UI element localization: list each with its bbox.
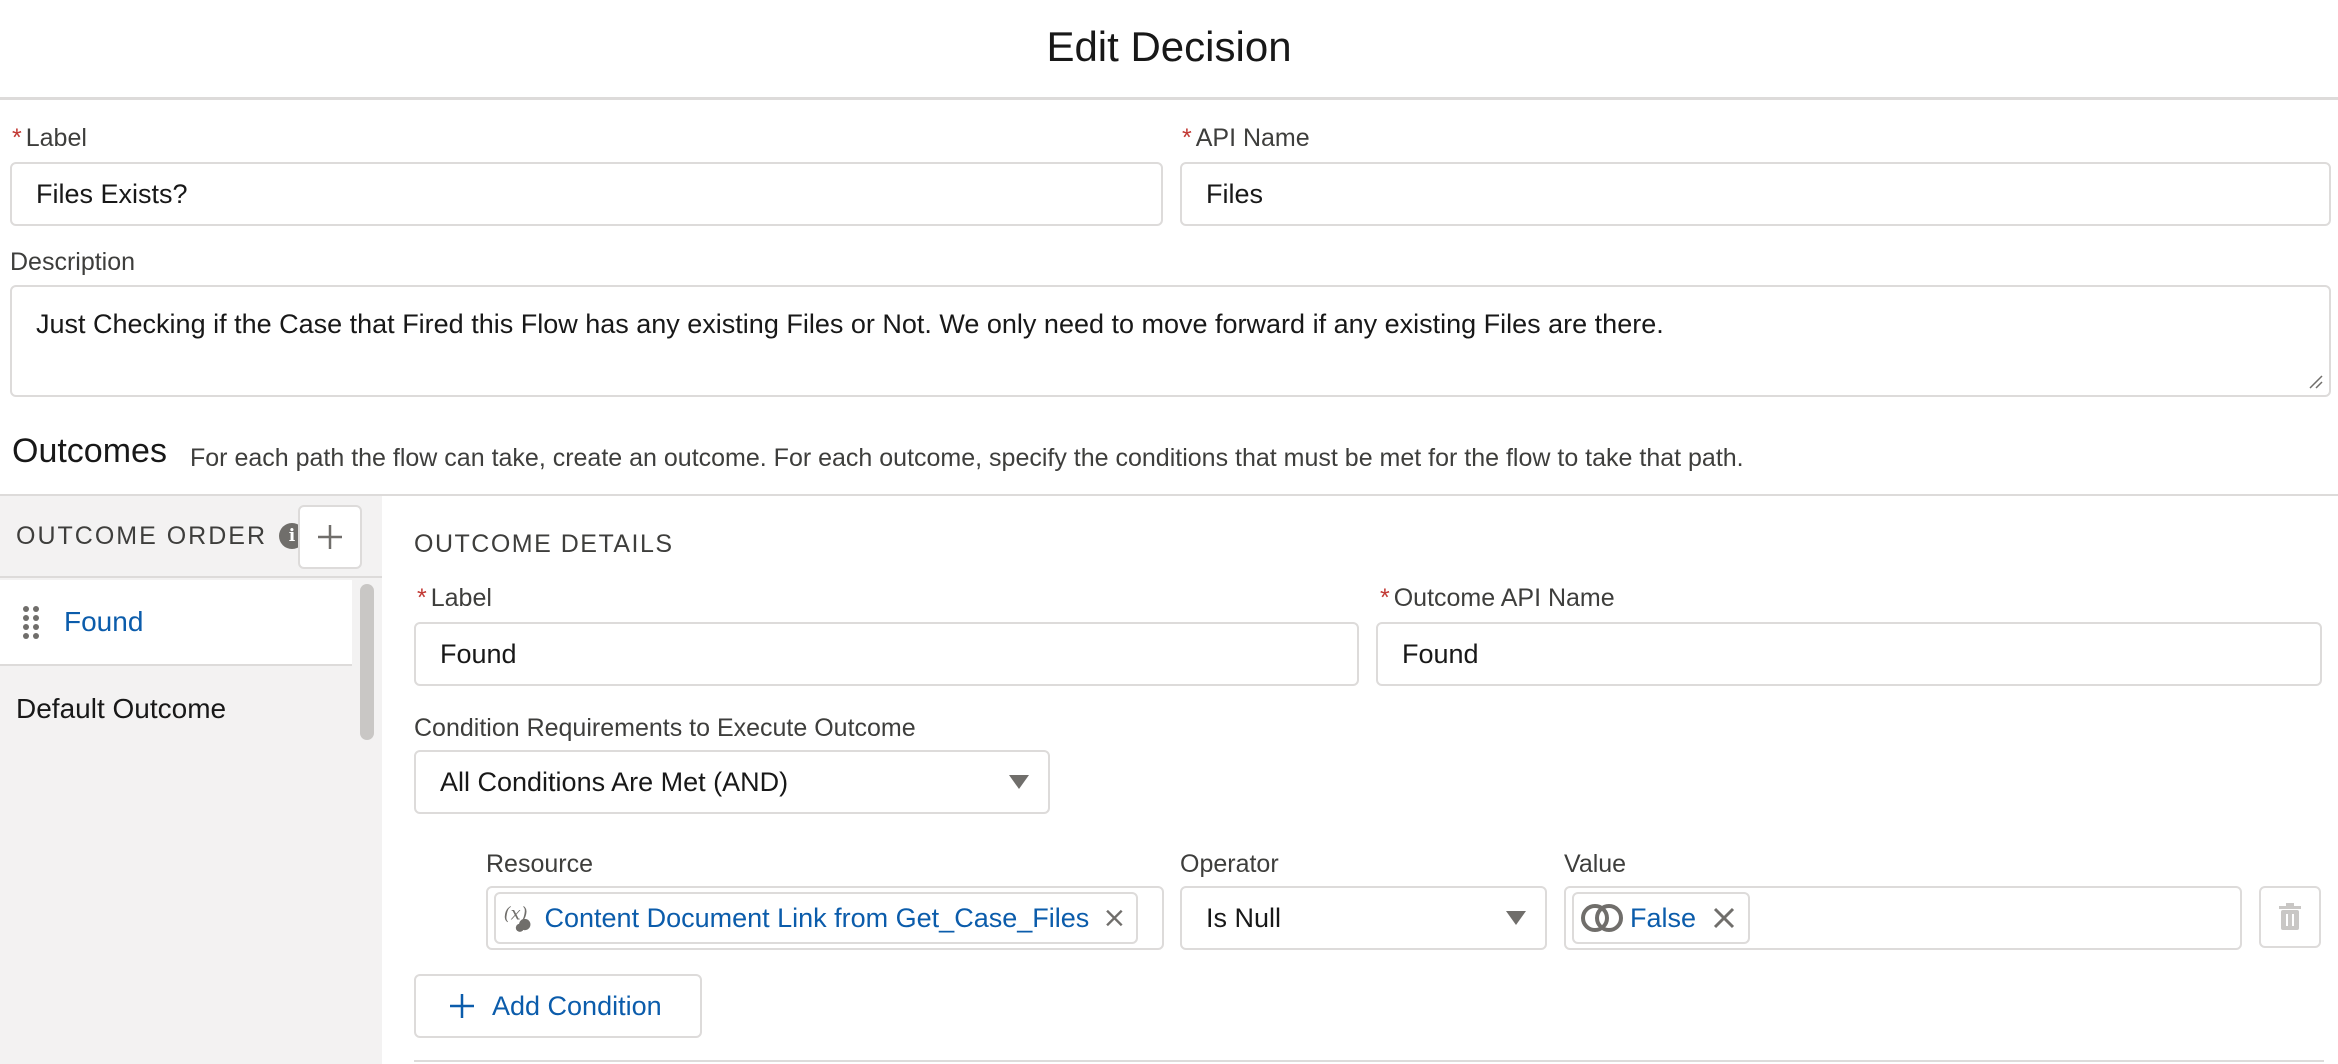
details-bottom-divider [414,1060,2324,1062]
condition-requirements-label: Condition Requirements to Execute Outcom… [414,714,916,742]
outcome-order-title: OUTCOME ORDER [16,521,267,550]
close-icon[interactable] [1103,904,1126,932]
required-marker: * [1182,124,1192,152]
add-outcome-button[interactable] [298,505,362,569]
outcome-label-input[interactable]: Found [414,622,1359,686]
required-marker: * [417,584,427,612]
condition-requirements-select[interactable]: All Conditions Are Met (AND) [414,750,1050,814]
outcomes-description: For each path the flow can take, create … [190,444,1744,472]
outcome-item-label: Found [64,606,144,637]
outcome-item-label: Default Outcome [16,693,227,724]
value-label: Value [1564,850,1627,878]
outcome-sidebar: OUTCOME ORDER i Found Default Outcome [0,496,382,1064]
operator-select[interactable]: Is Null [1180,886,1547,950]
value-combobox[interactable]: False [1564,886,2242,950]
outcome-api-name-field-label: * Outcome API Name [1380,584,1615,612]
outcome-details-title: OUTCOME DETAILS [414,530,674,558]
chevron-down-icon [1506,911,1526,925]
resource-label: Resource [486,850,593,878]
outcome-api-name-input[interactable]: Found [1376,622,2322,686]
chevron-down-icon [1009,775,1029,789]
boolean-icon [1581,904,1623,932]
close-icon[interactable] [1710,904,1738,932]
trash-icon [2279,903,2301,930]
outcome-item-default[interactable]: Default Outcome [0,666,352,752]
scrollbar-thumb[interactable] [360,584,374,740]
required-marker: * [12,124,22,152]
resource-pill-label: Content Document Link from Get_Case_File… [544,902,1090,933]
value-pill-label: False [1630,902,1697,933]
required-marker: * [1380,584,1390,612]
description-text: Just Checking if the Case that Fired thi… [36,309,1664,339]
label-input[interactable]: Files Exists? [10,162,1163,226]
add-condition-button[interactable]: Add Condition [414,974,702,1038]
drag-handle-icon[interactable] [22,605,40,639]
value-pill[interactable]: False [1572,892,1751,944]
description-textarea[interactable]: Just Checking if the Case that Fired thi… [10,285,2331,397]
plus-icon [318,525,342,549]
label-field-label: * Label [12,124,87,152]
delete-condition-button[interactable] [2259,886,2321,948]
resize-grip-icon[interactable] [2307,373,2323,389]
resource-combobox[interactable]: (x) Content Document Link from Get_Case_… [486,886,1164,950]
api-name-field-label: * API Name [1182,124,1310,152]
variable-icon: (x) [504,904,531,932]
description-field-label: Description [10,248,136,276]
api-name-input[interactable]: Files [1180,162,2331,226]
resource-pill[interactable]: (x) Content Document Link from Get_Case_… [494,892,1138,944]
plus-icon [450,994,474,1018]
modal-header: Edit Decision [0,0,2338,100]
outcome-item-found[interactable]: Found [0,580,352,666]
sidebar-scrollbar[interactable] [356,582,378,746]
outcome-label-field-label: * Label [417,584,492,612]
operator-label: Operator [1180,850,1279,878]
modal-title: Edit Decision [1046,22,1292,70]
outcomes-title: Outcomes [12,432,167,470]
add-condition-label: Add Condition [492,990,662,1021]
